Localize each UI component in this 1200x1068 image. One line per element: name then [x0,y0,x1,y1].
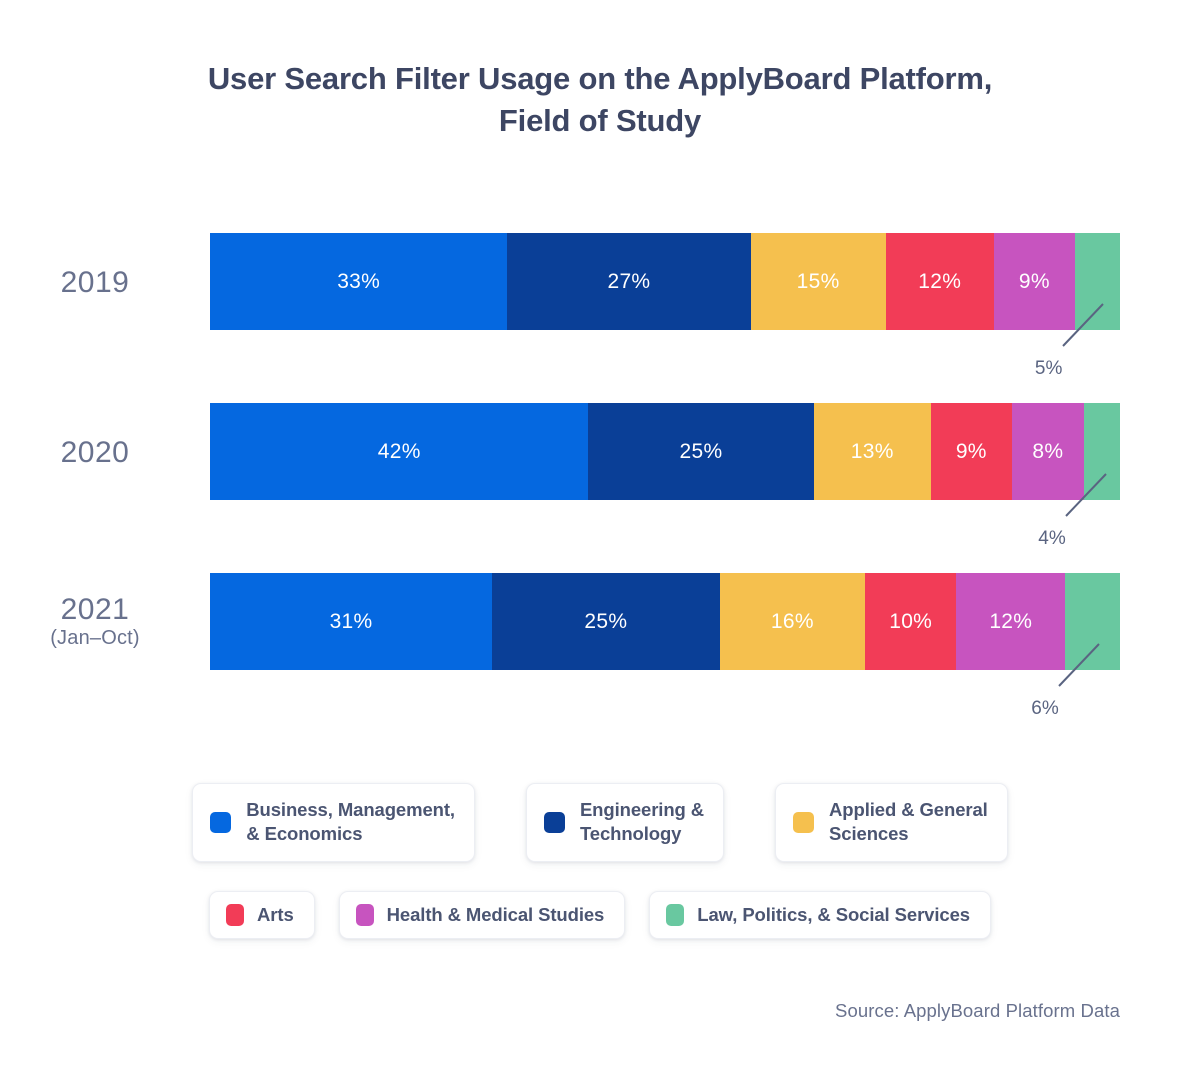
stacked-bar: 33% 27% 15% 12% 9% [210,233,1120,330]
plot-area: 2019 33% 27% 15% 12% 9% 5% 2020 42% 25% 13% 9% 8% 4% 2… [0,225,1200,745]
legend-item-label: Business, Management, & Economics [246,799,455,845]
legend-item[interactable]: Engineering & Technology [525,783,725,862]
row-year-text: 2021 [60,593,130,626]
bar-segment[interactable]: 12% [885,233,994,330]
bar-segment[interactable]: 9% [993,233,1075,330]
segment-value-label: 12% [989,609,1033,633]
chart-container: User Search Filter Usage on the ApplyBoa… [0,0,1200,1068]
bar-segment[interactable]: 33% [210,233,508,330]
segment-value-label: 31% [329,609,373,633]
segment-value-label: 9% [955,439,987,463]
segment-value-label: 27% [607,269,651,293]
row-category-label: 2019 [0,266,190,299]
bar-segment[interactable]: 16% [719,573,866,670]
bar-segment[interactable] [1083,403,1120,500]
segment-callout-label: 5% [1034,358,1063,379]
segment-value-label: 25% [584,609,628,633]
segment-callout-label: 4% [1038,528,1066,549]
chart-legend: Business, Management, & Economics Engineer… [0,783,1200,940]
segment-value-label: 13% [850,439,894,463]
bar-row: 2020 42% 25% 13% 9% 8% 4% [0,403,1200,570]
color-swatch-icon [666,904,685,927]
color-swatch-icon [226,904,245,927]
legend-row-secondary: Arts Health & Medical Studies Law, Politic… [0,890,1200,940]
stacked-bar: 42% 25% 13% 9% 8% [210,403,1120,500]
legend-item[interactable]: Applied & General Sciences [775,783,1008,862]
bar-row: 2021 (Jan–Oct) 31% 25% 16% 10% 12% 6% [0,573,1200,740]
legend-item-label: Applied & General Sciences [829,799,988,845]
segment-value-label: 9% [1018,269,1050,293]
row-year-text: 2020 [60,436,130,469]
segment-value-label: 42% [377,439,421,463]
bar-segment[interactable]: 13% [813,403,931,500]
legend-item-label: Engineering & Technology [579,799,705,845]
bar-segment[interactable] [1074,233,1120,330]
bar-segment[interactable]: 25% [588,403,814,500]
bar-segment[interactable]: 31% [210,573,493,670]
segment-callout-label: 6% [1031,698,1059,719]
bar-segment[interactable] [1065,573,1120,670]
row-year-text: 2019 [60,266,130,299]
color-swatch-icon [210,811,232,833]
row-category-label: 2020 [0,436,190,469]
bar-segment[interactable]: 25% [492,573,720,670]
bar-segment[interactable]: 12% [956,573,1066,670]
bar-segment[interactable]: 8% [1011,403,1084,500]
segment-value-label: 8% [1032,439,1064,463]
bar-segment[interactable]: 27% [507,233,751,330]
color-swatch-icon [355,904,374,927]
segment-value-label: 10% [889,609,933,633]
color-swatch-icon [543,811,565,833]
legend-item-label: Health & Medical Studies [386,903,605,925]
bar-segment[interactable]: 42% [210,403,589,500]
legend-item[interactable]: Health & Medical Studies [338,890,626,940]
segment-value-label: 16% [770,609,814,633]
legend-row-primary: Business, Management, & Economics Engineer… [0,783,1200,862]
legend-item-label: Law, Politics, & Social Services [697,903,970,925]
row-category-label: 2021 (Jan–Oct) [0,593,190,651]
legend-item-label: Arts [257,903,294,925]
stacked-bar: 31% 25% 16% 10% 12% [210,573,1120,670]
bar-row: 2019 33% 27% 15% 12% 9% 5% [0,233,1200,400]
color-swatch-icon [793,811,815,833]
legend-item[interactable]: Arts [209,890,315,940]
row-period-text: (Jan–Oct) [50,627,140,649]
bar-segment[interactable]: 10% [865,573,957,670]
segment-value-label: 12% [918,269,962,293]
source-note: Source: ApplyBoard Platform Data [835,1000,1120,1021]
segment-value-label: 33% [337,269,381,293]
chart-title: User Search Filter Usage on the ApplyBoa… [207,61,993,138]
segment-value-label: 15% [796,269,840,293]
legend-item[interactable]: Law, Politics, & Social Services [649,890,991,940]
bar-segment[interactable]: 15% [750,233,886,330]
legend-item[interactable]: Business, Management, & Economics [192,783,475,862]
segment-value-label: 25% [679,439,723,463]
bar-segment[interactable]: 9% [930,403,1012,500]
